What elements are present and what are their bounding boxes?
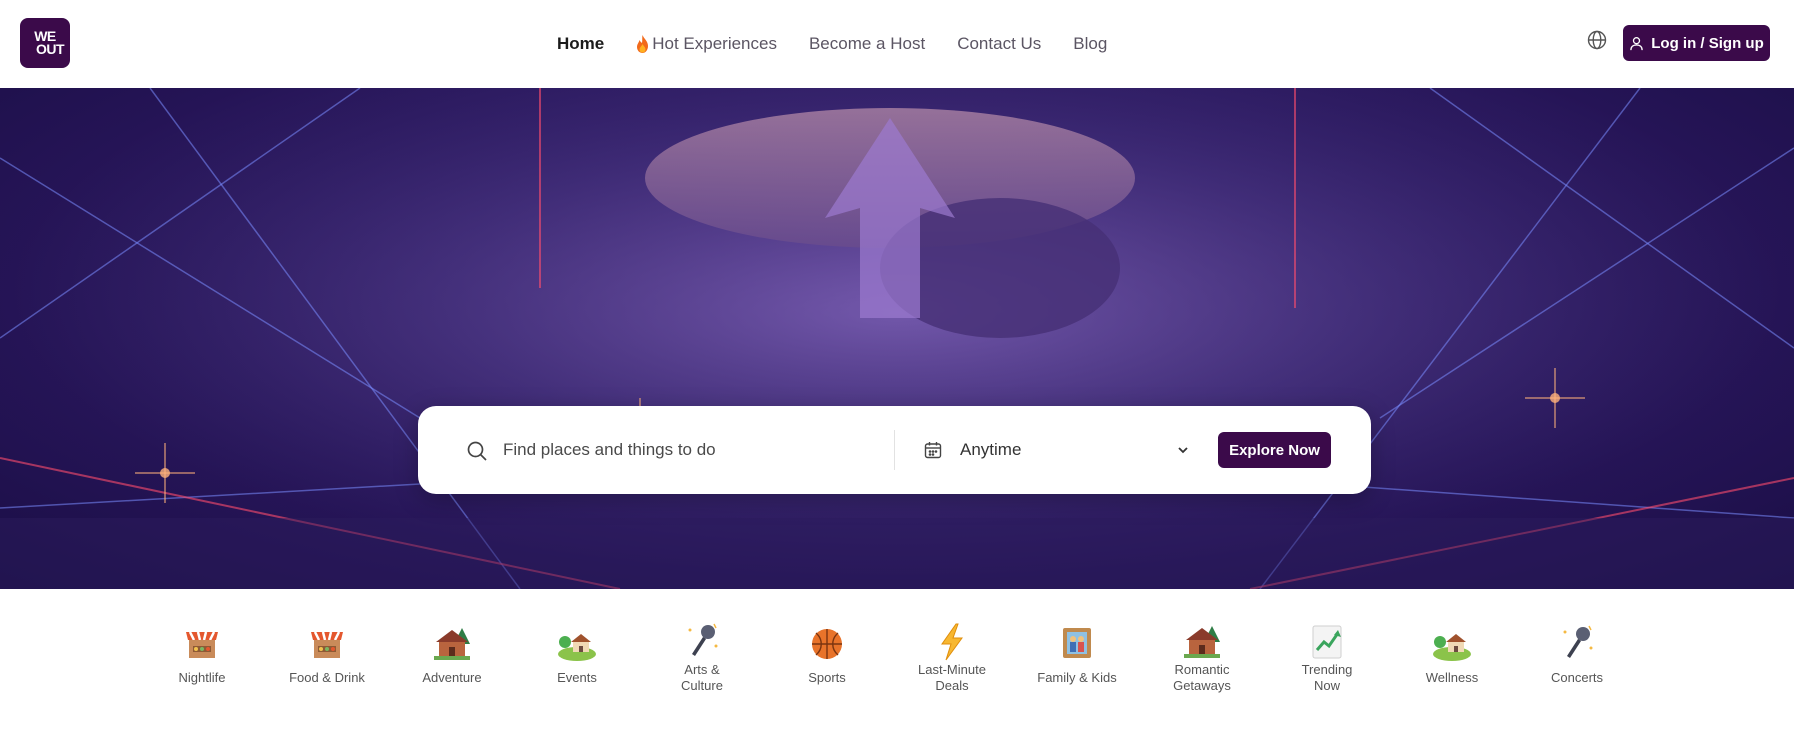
market-stall-icon [186,631,218,658]
category-label-line-2: Getaways [1173,678,1231,693]
nav-become-host[interactable]: Become a Host [809,34,925,54]
category-family-kids[interactable]: Family & Kids [1022,620,1132,686]
date-select[interactable]: Anytime [960,430,1190,470]
category-label: Romantic Getaways [1173,662,1231,694]
search-panel: Anytime Explore Now [418,406,1371,494]
calendar-icon [924,442,942,459]
globe-icon[interactable] [1587,30,1607,50]
category-label: Adventure [422,670,482,685]
main-nav: Home Hot Experiences Become a Host Conta… [557,0,1107,88]
category-last-minute-deals[interactable]: Last-Minute Deals [897,620,1007,694]
category-label: Concerts [1550,670,1604,685]
category-label: Nightlife [178,670,226,685]
nav-hot-experiences[interactable]: Hot Experiences [636,34,777,54]
family-portrait-icon [1063,628,1091,658]
login-signup-button[interactable]: Log in / Sign up [1623,25,1770,61]
category-nightlife[interactable]: Nightlife [147,620,257,686]
category-label-line-1: Trending [1301,662,1353,677]
date-select-value: Anytime [960,440,1022,459]
category-label-line-1: Last-Minute [918,662,986,677]
fire-icon [637,35,649,53]
category-label-line-2: Deals [935,678,969,693]
basketball-icon [812,629,842,659]
cabin-icon [1184,626,1220,658]
category-adventure[interactable]: Adventure [397,620,507,686]
microphone-icon [688,623,718,656]
category-label: Food & Drink [289,670,365,685]
category-label-line-1: Romantic [1174,662,1230,677]
trending-chart-icon [1312,625,1342,659]
category-bar: Nightlife Food & Drink Adventure Events … [140,620,1640,730]
category-label: Last-Minute Deals [918,662,986,694]
weout-logo[interactable]: WE OUT [20,18,70,68]
category-concerts[interactable]: Concerts [1522,620,1632,686]
category-food-drink[interactable]: Food & Drink [272,620,382,686]
category-arts-culture[interactable]: Arts & Culture [647,620,757,694]
login-signup-label: Log in / Sign up [1651,34,1764,52]
microphone-icon [1563,625,1593,658]
category-label-line-2: Now [1313,678,1340,693]
nav-hot-experiences-label: Hot Experiences [652,34,777,53]
category-events[interactable]: Events [522,620,632,686]
user-icon [1630,36,1644,50]
nav-contact-us[interactable]: Contact Us [957,34,1041,54]
category-wellness[interactable]: Wellness [1397,620,1507,686]
cabin-icon [434,628,470,660]
category-label: Arts & Culture [681,662,723,694]
category-trending-now[interactable]: Trending Now [1272,620,1382,694]
search-input[interactable] [503,430,883,470]
category-label: Sports [808,670,846,685]
site-header: WE OUT Home Hot Experiences Become a Hos… [0,0,1794,88]
category-label: Wellness [1425,670,1479,685]
chevron-down-icon [1178,447,1188,454]
logo-line-2: OUT [35,41,65,57]
hero-background-image [0,88,1794,589]
search-divider [894,430,895,470]
category-label-line-2: Culture [681,678,723,693]
category-romantic-getaways[interactable]: Romantic Getaways [1147,620,1257,694]
park-house-icon [1433,634,1471,661]
category-label: Trending Now [1302,662,1353,694]
lightning-icon [941,623,963,661]
hero-banner: Anytime Explore Now [0,88,1794,589]
explore-now-button[interactable]: Explore Now [1218,432,1331,468]
park-house-icon [558,634,596,661]
nav-home[interactable]: Home [557,34,604,54]
category-label: Family & Kids [1037,670,1117,685]
category-sports[interactable]: Sports [772,620,882,686]
search-icon [467,441,487,461]
market-stall-icon [311,631,343,658]
category-label-line-1: Arts & [684,662,720,677]
category-label: Events [557,670,597,685]
nav-blog[interactable]: Blog [1073,34,1107,54]
